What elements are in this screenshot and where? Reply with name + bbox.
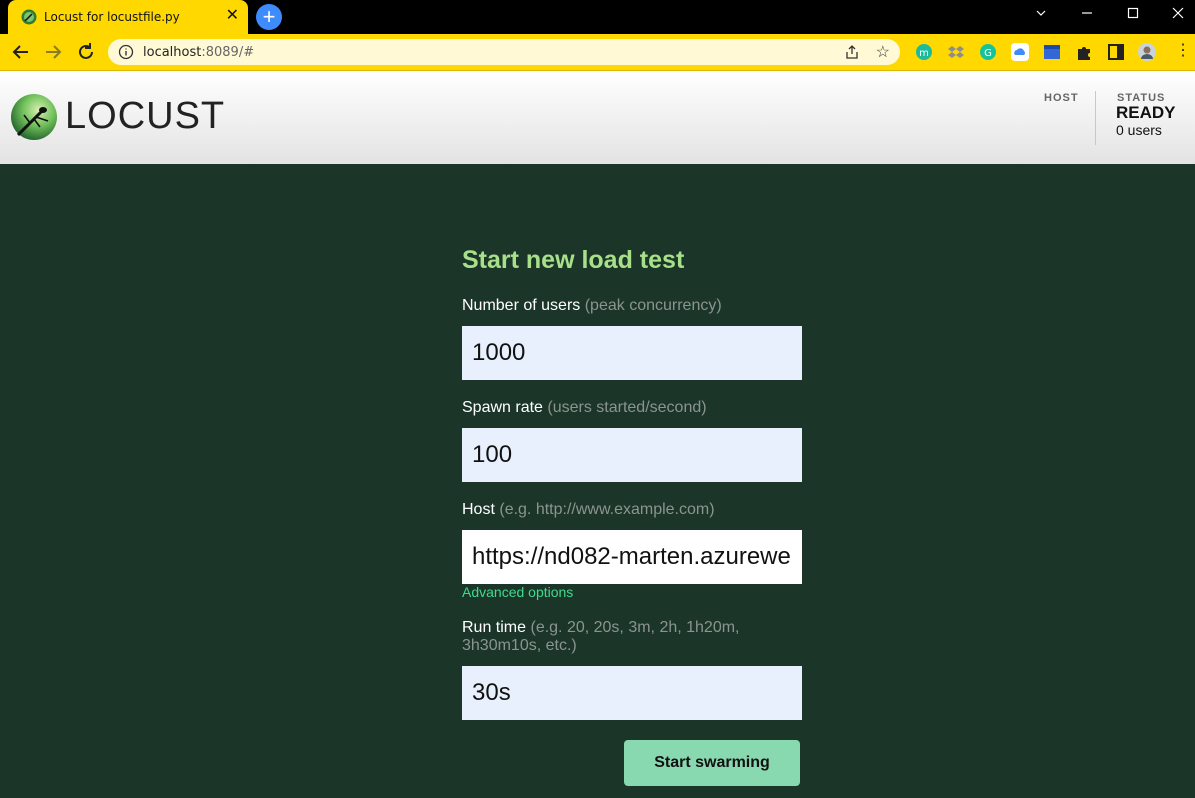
run-time-label-text: Run time [462,619,527,636]
svg-text:G: G [984,48,992,59]
cloud-extension-icon[interactable] [1011,43,1029,61]
dropbox-icon[interactable] [947,43,965,61]
maximize-icon[interactable] [1110,0,1156,30]
share-icon[interactable] [844,44,860,60]
url-text[interactable]: localhost:8089/# [143,45,254,60]
browser-toolbar: localhost:8089/# ☆ m G ⋮ [0,34,1195,71]
extensions-puzzle-icon[interactable] [1075,43,1093,61]
back-arrow-icon[interactable] [10,41,32,63]
locust-favicon-icon [21,9,37,25]
reload-icon[interactable] [75,41,97,63]
site-info-icon[interactable] [118,44,134,60]
run-time-label: Run time (e.g. 20, 20s, 3m, 2h, 1h20m, 3… [462,619,762,655]
host-input[interactable] [462,530,802,584]
app-header: LOCUST HOST STATUS READY 0 users [0,71,1195,164]
advanced-options-link[interactable]: Advanced options [462,584,573,600]
spawn-rate-label: Spawn rate (users started/second) [462,399,762,417]
tab-close-icon[interactable]: ✕ [226,8,239,24]
side-panel-icon[interactable] [1107,43,1125,61]
host-hint: (e.g. http://www.example.com) [499,501,715,518]
host-label-text: Host [462,501,495,518]
window-close-icon[interactable] [1155,0,1195,30]
bookmark-star-icon[interactable]: ☆ [876,42,890,62]
header-divider [1095,91,1096,145]
grammarly-icon[interactable]: G [979,43,997,61]
spawn-rate-hint: (users started/second) [547,399,707,416]
run-time-input[interactable] [462,666,802,720]
minimize-icon[interactable] [1064,0,1110,30]
host-label: HOST [1044,92,1079,104]
browser-menu-icon[interactable]: ⋮ [1160,37,1195,67]
users-hint: (peak concurrency) [584,297,722,314]
profile-avatar-icon[interactable] [1138,43,1156,61]
spawn-rate-input[interactable] [462,428,802,482]
tab-search-icon[interactable] [1018,0,1064,30]
url-host: localhost [143,45,202,60]
browser-tab[interactable]: Locust for locustfile.py ✕ [8,0,248,34]
form-title: Start new load test [462,246,685,274]
users-label-text: Number of users [462,297,581,314]
user-count: 0 users [1116,122,1162,138]
new-tab-button[interactable]: + [256,4,282,30]
users-label: Number of users (peak concurrency) [462,297,762,315]
status-value: READY [1116,103,1176,122]
locust-logo-icon [11,94,57,140]
address-bar[interactable]: localhost:8089/# ☆ [108,39,900,65]
forward-arrow-icon[interactable] [42,41,64,63]
url-path: :8089/# [201,45,255,60]
svg-text:m: m [919,48,929,59]
logo-text: LOCUST [65,95,226,137]
tab-title: Locust for locustfile.py [44,10,180,24]
start-swarming-button[interactable]: Start swarming [624,740,800,786]
calendar-extension-icon[interactable] [1043,43,1061,61]
spawn-rate-label-text: Spawn rate [462,399,543,416]
users-input[interactable] [462,326,802,380]
extension-m-icon[interactable]: m [915,43,933,61]
host-field-label: Host (e.g. http://www.example.com) [462,501,762,519]
browser-tab-strip: Locust for locustfile.py ✕ + [0,0,1195,34]
